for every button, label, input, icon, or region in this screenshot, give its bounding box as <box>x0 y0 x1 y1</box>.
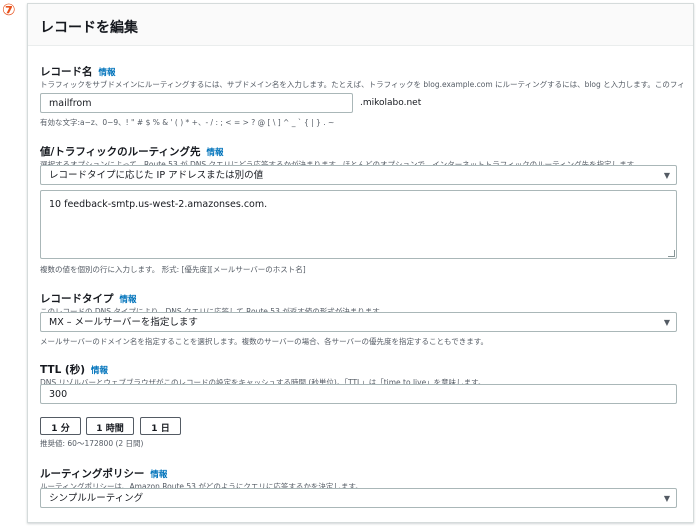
ttl-label: TTL (秒) <box>40 364 86 376</box>
record-type-select-value: MX – メールサーバーを指定します <box>49 317 198 328</box>
ttl-input[interactable]: 300 <box>40 384 677 404</box>
panel-title: レコードを編集 <box>40 20 138 36</box>
record-type-hint: メールサーバーのドメイン名を指定することを選択します。複数のサーバーの場合、各サ… <box>40 337 488 346</box>
triangle-down-icon: ▼ <box>663 171 670 180</box>
record-name-label: レコード名 <box>40 66 93 78</box>
record-type-select[interactable]: MX – メールサーバーを指定します ▼ <box>40 312 677 332</box>
routing-policy-info-link[interactable]: 情報 <box>150 470 167 480</box>
record-name-info-link[interactable]: 情報 <box>99 68 116 78</box>
domain-suffix: .mikolabo.net <box>360 98 422 108</box>
panel-header: レコードを編集 <box>28 4 693 46</box>
record-type-label: レコードタイプ <box>40 293 114 305</box>
step-number-marker: ⑦ <box>2 0 16 19</box>
value-textarea-content: 10 feedback-smtp.us-west-2.amazonses.com… <box>49 199 268 210</box>
triangle-down-icon: ▼ <box>663 318 670 327</box>
routing-policy-select[interactable]: シンプルルーティング ▼ <box>40 488 677 508</box>
value-hint: 複数の値を個別の行に入力します。 形式: [優先度][メールサーバーのホスト名] <box>40 265 306 274</box>
ttl-1-hour-button[interactable]: 1 時間 <box>86 417 134 435</box>
ttl-1-day-button[interactable]: 1 日 <box>140 417 181 435</box>
value-type-select-value: レコードタイプに応じた IP アドレスまたは別の値 <box>49 170 264 181</box>
value-info-link[interactable]: 情報 <box>207 148 224 158</box>
routing-policy-label: ルーティングポリシー <box>40 468 145 480</box>
record-name-hint: 有効な文字:a−z、0−9、! " # $ % & ' ( ) * +、- / … <box>40 118 335 127</box>
record-type-info-link[interactable]: 情報 <box>120 295 137 305</box>
value-textarea[interactable]: 10 feedback-smtp.us-west-2.amazonses.com… <box>40 190 677 259</box>
resize-handle-icon[interactable] <box>668 250 675 257</box>
value-type-select[interactable]: レコードタイプに応じた IP アドレスまたは別の値 ▼ <box>40 165 677 185</box>
ttl-1-minute-button[interactable]: 1 分 <box>40 417 81 435</box>
value-label: 値/トラフィックのルーティング先 <box>40 146 201 158</box>
triangle-down-icon: ▼ <box>663 494 670 503</box>
record-name-input[interactable]: mailfrom <box>40 93 353 113</box>
routing-policy-select-value: シンプルルーティング <box>49 493 144 504</box>
ttl-info-link[interactable]: 情報 <box>91 366 108 376</box>
ttl-hint: 推奨値: 60〜172800 (2 日間) <box>40 439 144 448</box>
edit-record-panel: レコードを編集 レコード名 情報 トラフィックをサブドメインにルーティングするには… <box>27 3 694 523</box>
